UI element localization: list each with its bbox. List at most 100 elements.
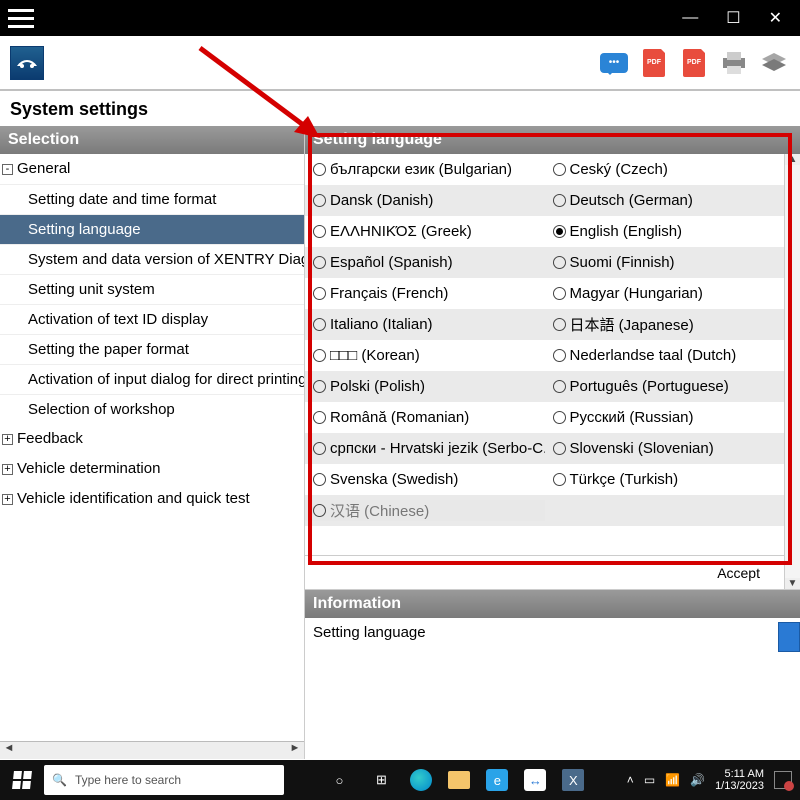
vertical-scrollbar[interactable]: ▲ ▼ <box>784 154 800 589</box>
radio-icon <box>553 349 566 362</box>
collapse-icon[interactable]: - <box>2 164 13 175</box>
expand-icon[interactable]: + <box>2 464 13 475</box>
battery-icon[interactable]: ▭ <box>644 773 655 787</box>
radio-icon <box>313 473 326 486</box>
language-row: 汉语 (Chinese) <box>305 495 784 526</box>
ie-icon[interactable]: e <box>486 769 508 791</box>
language-option[interactable]: 汉语 (Chinese) <box>305 500 545 521</box>
start-button[interactable] <box>0 760 44 800</box>
content-panel: Setting language български език (Bulgari… <box>305 126 800 759</box>
tree-item[interactable]: System and data version of XENTRY Diagno… <box>0 244 304 274</box>
tree-item[interactable]: Selection of workshop <box>0 394 304 424</box>
radio-icon <box>553 256 566 269</box>
taskbar-clock[interactable]: 5:11 AM 1/13/2023 <box>715 768 764 792</box>
expand-icon[interactable]: + <box>2 494 13 505</box>
tree-vehicle-det[interactable]: +Vehicle determination <box>0 454 304 484</box>
chat-icon[interactable]: ••• <box>598 47 630 79</box>
radio-icon <box>313 380 326 393</box>
language-list: български език (Bulgarian)Ceský (Czech)D… <box>305 154 800 589</box>
selection-header: Selection <box>0 126 304 154</box>
settings-tree: -General Setting date and time format Se… <box>0 154 304 741</box>
tray-expand-icon[interactable]: ˄ <box>627 773 634 787</box>
language-option[interactable]: српски - Hrvatski jezik (Serbo-C... <box>305 440 545 457</box>
language-option[interactable]: Slovenski (Slovenian) <box>545 440 785 457</box>
language-option[interactable]: Polski (Polish) <box>305 378 545 395</box>
teamviewer-icon[interactable]: ↔ <box>524 769 546 791</box>
tree-item-selected[interactable]: Setting language <box>0 214 304 244</box>
volume-icon[interactable]: 🔊 <box>690 773 705 787</box>
radio-icon <box>553 287 566 300</box>
language-label: Svenska (Swedish) <box>330 471 458 488</box>
radio-icon <box>553 163 566 176</box>
language-option[interactable]: Italiano (Italian) <box>305 316 545 333</box>
network-icon[interactable]: 📶 <box>665 773 680 787</box>
home-button[interactable] <box>10 46 44 80</box>
accept-button[interactable]: Accept <box>711 563 766 583</box>
tree-item[interactable]: Activation of input dialog for direct pr… <box>0 364 304 394</box>
main-split: Selection -General Setting date and time… <box>0 126 800 759</box>
language-option[interactable]: Română (Romanian) <box>305 409 545 426</box>
language-row: Dansk (Danish)Deutsch (German) <box>305 185 784 216</box>
language-option[interactable]: Ceský (Czech) <box>545 161 785 178</box>
edge-icon[interactable] <box>410 769 432 791</box>
cortana-icon[interactable]: ○ <box>326 767 352 793</box>
language-label: Polski (Polish) <box>330 378 425 395</box>
taskview-icon[interactable]: ⊞ <box>368 767 394 793</box>
language-option[interactable]: Français (French) <box>305 285 545 302</box>
radio-icon <box>553 411 566 424</box>
language-option[interactable]: Deutsch (German) <box>545 192 785 209</box>
language-option[interactable]: Português (Portuguese) <box>545 378 785 395</box>
tree-item[interactable]: Activation of text ID display <box>0 304 304 334</box>
setting-language-header: Setting language <box>305 126 800 154</box>
tree-item[interactable]: Setting date and time format <box>0 184 304 214</box>
expand-icon[interactable]: + <box>2 434 13 445</box>
language-option[interactable]: Türkçe (Turkish) <box>545 471 785 488</box>
language-option[interactable]: Magyar (Hungarian) <box>545 285 785 302</box>
horizontal-scrollbar[interactable]: ◄ ► <box>0 741 304 759</box>
language-row: български език (Bulgarian)Ceský (Czech) <box>305 154 784 185</box>
notifications-icon[interactable] <box>774 771 792 789</box>
radio-icon <box>313 318 326 331</box>
tree-item[interactable]: Setting unit system <box>0 274 304 304</box>
tree-item[interactable]: Setting the paper format <box>0 334 304 364</box>
language-row: Română (Romanian)Русский (Russian) <box>305 402 784 433</box>
pdf-print-icon[interactable]: PDF <box>678 47 710 79</box>
tree-vehicle-quick[interactable]: +Vehicle identification and quick test <box>0 484 304 514</box>
scroll-up-icon[interactable]: ▲ <box>788 154 798 165</box>
scroll-left-icon[interactable]: ◄ <box>0 742 18 759</box>
print-icon[interactable] <box>718 47 750 79</box>
window-controls: — ☐ ✕ <box>682 8 794 28</box>
language-label: Türkçe (Turkish) <box>570 471 679 488</box>
language-option[interactable]: Español (Spanish) <box>305 254 545 271</box>
language-option[interactable]: български език (Bulgarian) <box>305 161 545 178</box>
scroll-right-icon[interactable]: ► <box>286 742 304 759</box>
language-option[interactable]: □□□ (Korean) <box>305 347 545 364</box>
maximize-button[interactable]: ☐ <box>726 8 740 28</box>
language-label: ΕΛΛΗΝΙΚΌΣ (Greek) <box>330 223 472 240</box>
language-option[interactable]: English (English) <box>545 223 785 240</box>
scroll-down-icon[interactable]: ▼ <box>788 578 798 589</box>
radio-icon <box>553 194 566 207</box>
tree-general[interactable]: -General <box>0 154 304 184</box>
pdf-download-icon[interactable]: PDF <box>638 47 670 79</box>
language-option[interactable]: Svenska (Swedish) <box>305 471 545 488</box>
close-button[interactable]: ✕ <box>769 8 782 28</box>
language-option[interactable]: ΕΛΛΗΝΙΚΌΣ (Greek) <box>305 223 545 240</box>
search-placeholder: Type here to search <box>75 773 181 787</box>
language-option[interactable]: Dansk (Danish) <box>305 192 545 209</box>
explorer-icon[interactable] <box>448 771 470 789</box>
stack-icon[interactable] <box>758 47 790 79</box>
radio-icon <box>313 411 326 424</box>
language-row: ΕΛΛΗΝΙΚΌΣ (Greek) English (English) <box>305 216 784 247</box>
tree-feedback[interactable]: +Feedback <box>0 424 304 454</box>
language-option[interactable]: Suomi (Finnish) <box>545 254 785 271</box>
language-option[interactable]: Nederlandse taal (Dutch) <box>545 347 785 364</box>
hamburger-icon[interactable] <box>8 5 34 31</box>
xentry-icon[interactable]: X <box>562 769 584 791</box>
minimize-button[interactable]: — <box>682 9 698 27</box>
language-option[interactable]: Русский (Russian) <box>545 409 785 426</box>
language-label: српски - Hrvatski jezik (Serbo-C... <box>330 440 545 457</box>
language-option[interactable]: 日本語 (Japanese) <box>545 314 785 335</box>
taskbar-search[interactable]: 🔍 Type here to search <box>44 765 284 795</box>
remote-widget[interactable] <box>778 622 800 652</box>
